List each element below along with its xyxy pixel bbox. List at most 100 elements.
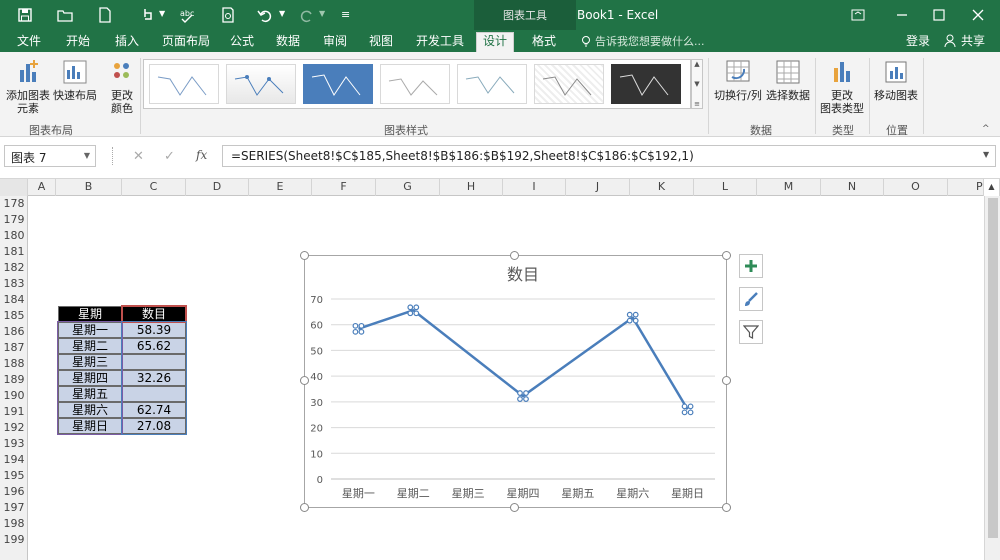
resize-handle[interactable] — [300, 251, 309, 260]
tab-home[interactable]: 开始 — [60, 33, 96, 52]
column-header[interactable]: B — [56, 179, 122, 196]
chart-style-3[interactable] — [303, 64, 373, 104]
chart-style-5[interactable] — [457, 64, 527, 104]
tab-file[interactable]: 文件 — [11, 33, 47, 52]
close-icon[interactable] — [970, 7, 986, 23]
change-colors-button[interactable]: 更改 颜色 — [102, 58, 142, 115]
tab-page-layout[interactable]: 页面布局 — [156, 33, 216, 52]
resize-handle[interactable] — [722, 251, 731, 260]
chart-style-7[interactable] — [611, 64, 681, 104]
row-header[interactable]: 179 — [0, 212, 28, 228]
undo-dropdown-icon[interactable]: ▼ — [279, 9, 285, 18]
column-header[interactable]: J — [566, 179, 630, 196]
formula-input[interactable]: =SERIES(Sheet8!$C$185,Sheet8!$B$186:$B$1… — [222, 145, 996, 167]
row-header[interactable]: 188 — [0, 356, 28, 372]
collapse-ribbon-icon[interactable]: ^ — [982, 124, 990, 134]
vertical-scrollbar[interactable] — [984, 196, 1000, 560]
scroll-up-arrow-icon[interactable]: ▲ — [984, 179, 1000, 196]
row-header[interactable]: 195 — [0, 468, 28, 484]
resize-handle[interactable] — [300, 503, 309, 512]
row-header[interactable]: 183 — [0, 276, 28, 292]
gallery-expand-icon[interactable]: ≡ — [694, 100, 700, 108]
column-header[interactable]: D — [186, 179, 249, 196]
row-header[interactable]: 186 — [0, 324, 28, 340]
resize-handle[interactable] — [722, 503, 731, 512]
table-cell-weekday[interactable]: 星期日 — [58, 418, 122, 434]
table-cell-weekday[interactable]: 星期六 — [58, 402, 122, 418]
chart-filters-button[interactable] — [739, 320, 763, 344]
change-chart-type-button[interactable]: 更改 图表类型 — [819, 58, 865, 115]
table-header-weekday[interactable]: 星期 — [58, 306, 122, 322]
row-header[interactable]: 187 — [0, 340, 28, 356]
row-header[interactable]: 184 — [0, 292, 28, 308]
column-header[interactable]: M — [757, 179, 821, 196]
row-header[interactable]: 197 — [0, 500, 28, 516]
share-button[interactable]: 共享 — [955, 33, 991, 52]
expand-formula-icon[interactable]: ▼ — [983, 150, 989, 159]
ribbon-display-icon[interactable] — [850, 7, 866, 23]
resize-handle[interactable] — [510, 251, 519, 260]
undo-icon[interactable] — [256, 6, 274, 24]
chart-styles-button[interactable] — [739, 287, 763, 311]
chart-styles-gallery[interactable] — [143, 59, 691, 109]
row-header[interactable]: 196 — [0, 484, 28, 500]
table-cell-count[interactable] — [122, 386, 186, 402]
column-header[interactable]: K — [630, 179, 694, 196]
select-all-corner[interactable] — [0, 179, 28, 196]
tab-design[interactable]: 设计 — [476, 32, 515, 52]
data-point-selection[interactable] — [681, 403, 694, 416]
table-cell-count[interactable]: 65.62 — [122, 338, 186, 354]
chart-object[interactable]: 数目 0 10 20 30 40 50 60 70 星期一 星期二 星期三 星期四 星期五 星期六 星期日 — [304, 255, 727, 508]
column-header[interactable]: I — [503, 179, 566, 196]
customize-icon[interactable]: ≡ — [341, 8, 350, 21]
add-chart-element-button[interactable]: 添加图表 元素 — [4, 58, 52, 115]
tab-review[interactable]: 审阅 — [317, 33, 353, 52]
chart-style-1[interactable] — [149, 64, 219, 104]
select-data-button[interactable]: 选择数据 — [765, 58, 811, 102]
column-header[interactable]: E — [249, 179, 312, 196]
enter-icon[interactable]: ✓ — [164, 149, 175, 164]
row-header[interactable]: 191 — [0, 404, 28, 420]
table-header-count[interactable]: 数目 — [122, 306, 186, 322]
name-box-dropdown-icon[interactable]: ▼ — [84, 151, 90, 160]
scroll-up-icon[interactable]: ▲ — [694, 60, 699, 68]
chart-style-6[interactable] — [534, 64, 604, 104]
row-header[interactable]: 185 — [0, 308, 28, 324]
table-cell-count[interactable] — [122, 354, 186, 370]
column-header[interactable]: P — [948, 179, 984, 196]
table-cell-weekday[interactable]: 星期五 — [58, 386, 122, 402]
column-header[interactable]: L — [694, 179, 757, 196]
maximize-icon[interactable] — [931, 7, 947, 23]
gallery-scroll[interactable]: ▲ ▼ ≡ — [691, 59, 703, 109]
tab-view[interactable]: 视图 — [363, 33, 399, 52]
spell-check-icon[interactable]: abc — [178, 6, 196, 24]
tab-format[interactable]: 格式 — [526, 33, 562, 52]
scrollbar-thumb[interactable] — [988, 198, 998, 538]
tell-me-search[interactable]: 告诉我您想要做什么... — [589, 33, 711, 52]
login-link[interactable]: 登录 — [900, 33, 936, 52]
resize-handle[interactable] — [300, 376, 309, 385]
table-cell-weekday[interactable]: 星期三 — [58, 354, 122, 370]
chart-style-4[interactable] — [380, 64, 450, 104]
row-header[interactable]: 181 — [0, 244, 28, 260]
redo-dropdown-icon[interactable]: ▼ — [319, 9, 325, 18]
row-header[interactable]: 182 — [0, 260, 28, 276]
new-icon[interactable] — [96, 6, 114, 24]
table-cell-weekday[interactable]: 星期四 — [58, 370, 122, 386]
tab-data[interactable]: 数据 — [270, 33, 306, 52]
move-chart-button[interactable]: 移动图表 — [873, 58, 919, 102]
chart-elements-button[interactable] — [739, 254, 763, 278]
minimize-icon[interactable] — [894, 7, 910, 23]
touch-dropdown-icon[interactable]: ▼ — [159, 9, 165, 18]
row-header[interactable]: 180 — [0, 228, 28, 244]
row-header[interactable]: 178 — [0, 196, 28, 212]
column-header[interactable]: H — [440, 179, 503, 196]
open-icon[interactable] — [56, 6, 74, 24]
column-header[interactable]: F — [312, 179, 376, 196]
column-header[interactable]: A — [28, 179, 56, 196]
save-icon[interactable] — [16, 6, 34, 24]
row-header[interactable]: 194 — [0, 452, 28, 468]
redo-icon[interactable] — [298, 6, 316, 24]
row-header[interactable]: 193 — [0, 436, 28, 452]
column-header[interactable]: N — [821, 179, 884, 196]
